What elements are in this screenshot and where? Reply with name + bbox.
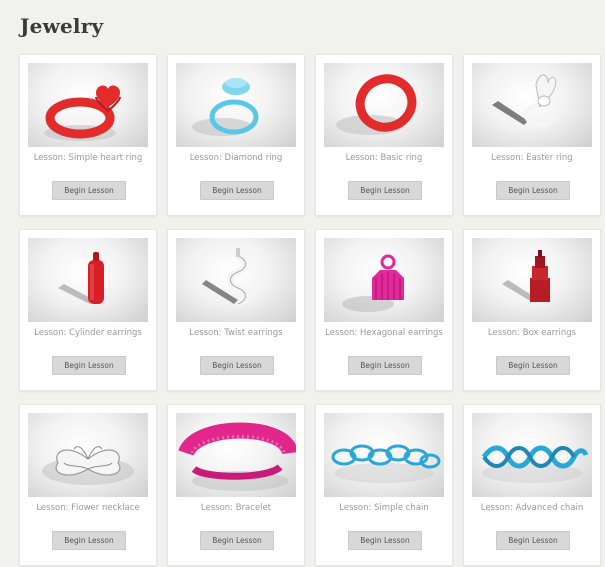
basic-ring-icon: [336, 74, 417, 135]
lesson-label: Lesson: Diamond ring: [189, 153, 283, 163]
cylinder-earring-icon: [58, 252, 104, 304]
begin-lesson-button[interactable]: Begin Lesson: [348, 531, 422, 550]
simple-chain-thumbnail[interactable]: [324, 413, 444, 497]
lesson-card[interactable]: Lesson: Hexagonal earrings Begin Lesson: [316, 230, 452, 390]
basic-ring-thumbnail[interactable]: [324, 63, 444, 147]
box-earring-icon: [502, 250, 550, 302]
begin-lesson-button[interactable]: Begin Lesson: [52, 356, 126, 375]
lesson-card[interactable]: Lesson: Box earrings Begin Lesson: [464, 230, 600, 390]
diamond-ring-icon: [192, 78, 259, 136]
advanced-chain-icon: [481, 445, 589, 483]
lesson-label: Lesson: Flower necklace: [36, 503, 140, 513]
begin-lesson-button[interactable]: Begin Lesson: [348, 181, 422, 200]
advanced-chain-thumbnail[interactable]: [472, 413, 592, 497]
lesson-grid: Lesson: Simple heart ring Begin Lesson L…: [0, 0, 605, 567]
lesson-label: Lesson: Advanced chain: [480, 503, 584, 513]
flower-necklace-icon: [42, 446, 134, 485]
lesson-label: Lesson: Twist earrings: [189, 328, 283, 338]
begin-lesson-button[interactable]: Begin Lesson: [496, 181, 570, 200]
easter-ring-icon: [492, 74, 557, 127]
lesson-label: Lesson: Bracelet: [200, 503, 272, 513]
jewelry-lessons-page: Jewelry Lesson: Simple heart ring Begin …: [0, 0, 605, 567]
diamond-ring-thumbnail[interactable]: [176, 63, 296, 147]
lesson-label: Lesson: Hexagonal earrings: [325, 328, 443, 338]
lesson-label: Lesson: Simple chain: [339, 503, 429, 513]
heart-ring-thumbnail[interactable]: [28, 63, 148, 147]
lesson-card[interactable]: Lesson: Easter ring Begin Lesson: [464, 55, 600, 215]
box-earring-thumbnail[interactable]: [472, 238, 592, 322]
lesson-card[interactable]: Lesson: Advanced chain Begin Lesson: [464, 405, 600, 565]
lesson-card[interactable]: Lesson: Simple chain Begin Lesson: [316, 405, 452, 565]
begin-lesson-button[interactable]: Begin Lesson: [200, 181, 274, 200]
begin-lesson-button[interactable]: Begin Lesson: [200, 356, 274, 375]
begin-lesson-button[interactable]: Begin Lesson: [348, 356, 422, 375]
twist-earring-thumbnail[interactable]: [176, 238, 296, 322]
begin-lesson-button[interactable]: Begin Lesson: [496, 356, 570, 375]
lesson-label: Lesson: Easter ring: [491, 153, 573, 163]
lesson-card[interactable]: Lesson: Twist earrings Begin Lesson: [168, 230, 304, 390]
lesson-card[interactable]: Lesson: Basic ring Begin Lesson: [316, 55, 452, 215]
hexagonal-earring-icon: [342, 254, 404, 312]
lesson-card[interactable]: Lesson: Diamond ring Begin Lesson: [168, 55, 304, 215]
easter-ring-thumbnail[interactable]: [472, 63, 592, 147]
heart-ring-icon: [44, 85, 121, 141]
begin-lesson-button[interactable]: Begin Lesson: [52, 531, 126, 550]
twist-earring-icon: [202, 248, 249, 308]
hexagonal-earring-thumbnail[interactable]: [324, 238, 444, 322]
simple-chain-icon: [331, 444, 441, 483]
lesson-label: Lesson: Basic ring: [345, 153, 423, 163]
begin-lesson-button[interactable]: Begin Lesson: [200, 531, 274, 550]
lesson-label: Lesson: Box earrings: [487, 328, 577, 338]
lesson-card[interactable]: Lesson: Flower necklace Begin Lesson: [20, 405, 156, 565]
flower-necklace-thumbnail[interactable]: [28, 413, 148, 497]
begin-lesson-button[interactable]: Begin Lesson: [496, 531, 570, 550]
lesson-label: Lesson: Cylinder earrings: [34, 328, 142, 338]
begin-lesson-button[interactable]: Begin Lesson: [52, 181, 126, 200]
lesson-card[interactable]: Lesson: Cylinder earrings Begin Lesson: [20, 230, 156, 390]
lesson-card[interactable]: Lesson: Simple heart ring Begin Lesson: [20, 55, 156, 215]
lesson-card[interactable]: Lesson: Bracelet Begin Lesson: [168, 405, 304, 565]
bracelet-icon: [178, 422, 296, 491]
lesson-label: Lesson: Simple heart ring: [33, 153, 143, 163]
cylinder-earring-thumbnail[interactable]: [28, 238, 148, 322]
bracelet-thumbnail[interactable]: [176, 413, 296, 497]
